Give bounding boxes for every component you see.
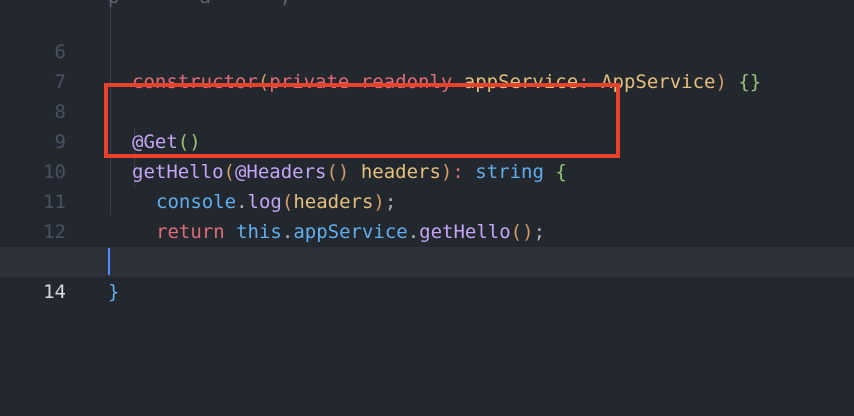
code-line-8[interactable]: 8 @Get() [0,67,854,153]
code-line-13[interactable]: 13 } [0,217,854,303]
code-line-6[interactable]: 6 constructor(private readonly appServic… [0,7,854,93]
text-cursor [108,248,110,275]
code-line-14[interactable]: 14 [0,247,854,303]
code-editor[interactable]: p a ; 6 constructor(private readonly app… [0,0,854,416]
code-line-7[interactable]: 7 [0,37,854,93]
code-line-9[interactable]: 9 getHello(@Headers() headers): string { [0,97,854,183]
code-line-10[interactable]: 10 console.log(headers); [0,127,854,213]
code-text: } [108,281,120,303]
code-line-11[interactable]: 11 return this.appService.getHello(); [0,157,854,243]
code-line-12[interactable]: 12 } [0,187,854,273]
line-number: 14 [43,281,66,303]
